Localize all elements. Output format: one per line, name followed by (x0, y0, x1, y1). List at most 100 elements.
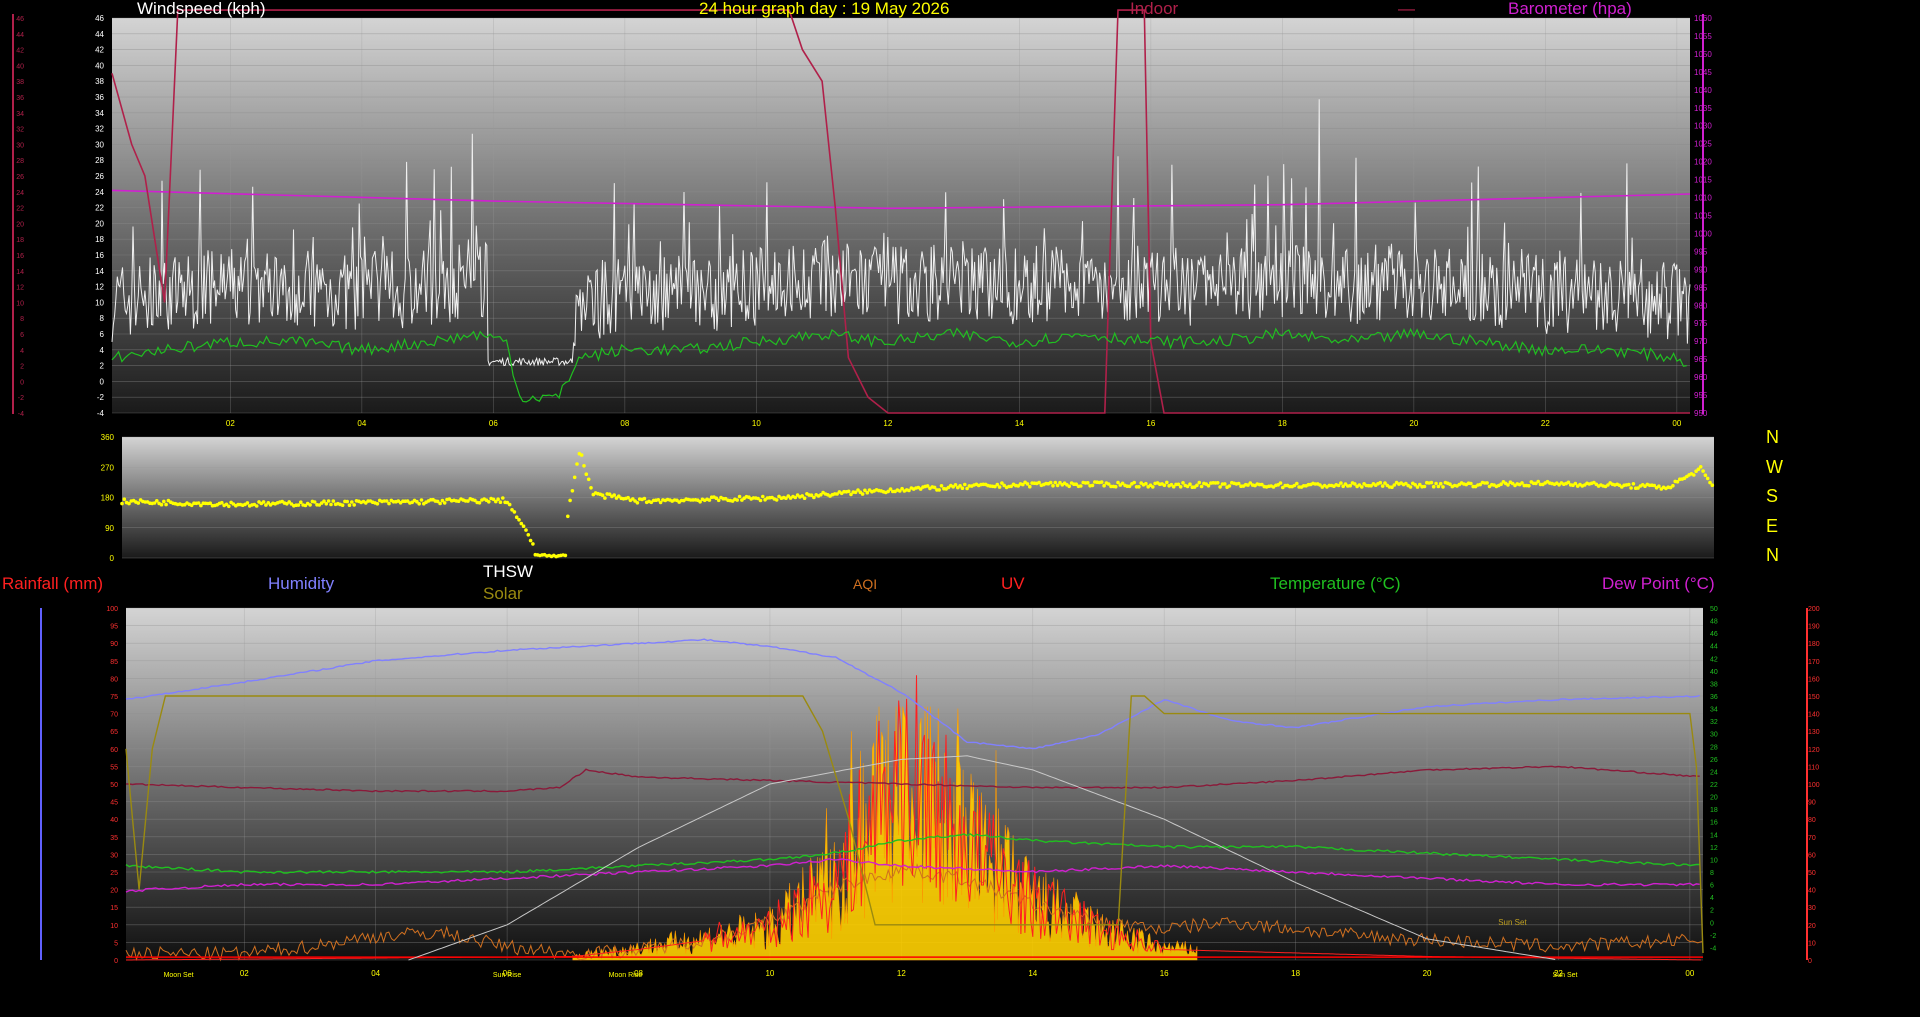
temperature-tick-label: -4 (1710, 945, 1716, 952)
y-tick-label: 28 (95, 156, 104, 165)
direction-point (496, 497, 500, 502)
temperature-tick-label: 16 (1710, 820, 1718, 827)
temperature-tick-label: 12 (1710, 845, 1718, 852)
direction-point (802, 496, 807, 501)
temperature-tick-label: 6 (1710, 883, 1714, 890)
direction-point (1165, 480, 1169, 485)
x-tick-label: 14 (1015, 419, 1024, 428)
direction-point (1162, 483, 1167, 488)
indoor-tick-label: 16 (16, 253, 24, 260)
percent-tick-label: 85 (110, 659, 118, 666)
windspeed-plot-area (112, 18, 1690, 413)
temperature-tick-label: 50 (1710, 606, 1718, 613)
direction-point (531, 542, 535, 546)
rainfall-scale-bar (40, 608, 42, 960)
direction-point (1710, 483, 1715, 488)
barometer-tick-label: 970 (1694, 337, 1708, 346)
compass-north-bottom: N (1766, 545, 1779, 565)
y-tick-label: 36 (95, 93, 104, 102)
indoor-tick-label: 24 (16, 190, 24, 197)
direction-point (1216, 481, 1220, 485)
direction-point (1441, 485, 1445, 489)
direction-point (1431, 484, 1436, 489)
direction-point (122, 497, 127, 502)
y-tick-label: 46 (95, 14, 104, 23)
direction-point (331, 499, 336, 503)
direction-point (1631, 482, 1636, 486)
indoor-tick-label: 46 (16, 16, 24, 23)
solar-tick-label: 130 (1808, 729, 1820, 736)
compass-east: E (1766, 516, 1779, 536)
barometer-tick-label: 995 (1694, 247, 1708, 256)
y-tick-label: 12 (95, 283, 104, 292)
direction-point (566, 514, 570, 519)
temperature-tick-label: 28 (1710, 744, 1718, 751)
solar-tick-label: 110 (1808, 764, 1819, 771)
direction-point (572, 475, 577, 480)
solar-tick-label: 100 (1808, 782, 1820, 789)
direction-point (939, 484, 944, 488)
direction-point (1701, 469, 1705, 473)
percent-tick-label: 100 (106, 606, 118, 613)
barometer-tick-label: 990 (1694, 265, 1708, 274)
direction-point (937, 488, 941, 492)
y-tick-label: 38 (95, 77, 104, 86)
windspeed-y-axis: 4646444442424040383836363434323230302828… (16, 14, 104, 418)
direction-point (1434, 481, 1438, 486)
temperature-tick-label: 8 (1710, 870, 1714, 877)
temperature-tick-label: 44 (1710, 644, 1718, 651)
solar-tick-label: 120 (1808, 747, 1820, 754)
direction-tick-label: 90 (105, 524, 114, 533)
solar-tick-label: 150 (1808, 694, 1820, 701)
y-tick-label: 44 (95, 30, 104, 39)
temperature-tick-label: 24 (1710, 769, 1718, 776)
y-tick-label: 22 (95, 204, 104, 213)
y-tick-label: 0 (100, 377, 105, 386)
direction-point (1705, 476, 1710, 481)
percent-tick-label: 20 (110, 888, 118, 895)
direction-point (1422, 484, 1427, 489)
windspeed-panel: 4646444442424040383836363434323230302828… (12, 9, 1712, 428)
solar-label: Solar (483, 584, 523, 603)
direction-point (1360, 485, 1364, 489)
direction-point (498, 500, 503, 505)
direction-point (136, 501, 141, 505)
direction-point (419, 498, 424, 502)
percent-tick-label: 0 (114, 958, 118, 965)
indoor-tick-label: 34 (16, 111, 24, 118)
indoor-tick-label: 2 (20, 364, 24, 371)
solar-y-axis: 2001901801701601501401301201101009080706… (1808, 606, 1820, 965)
direction-point (1144, 481, 1148, 486)
direction-point (517, 518, 521, 522)
direction-tick-label: 270 (101, 463, 115, 472)
percent-tick-label: 55 (110, 764, 118, 771)
percent-tick-label: 80 (110, 676, 118, 683)
indoor-tick-label: -4 (18, 411, 24, 418)
direction-point (1380, 484, 1385, 488)
barometer-label: Barometer (hpa) (1508, 0, 1632, 18)
direction-point (1048, 480, 1053, 485)
temperature-tick-label: 40 (1710, 669, 1718, 676)
solar-scale-bar (1806, 608, 1808, 960)
y-tick-label: 26 (95, 172, 104, 181)
direction-point (296, 503, 301, 507)
direction-point (846, 489, 851, 494)
y-tick-label: 14 (95, 267, 104, 276)
direction-point (1671, 483, 1675, 488)
dewpoint-label: Dew Point (°C) (1602, 574, 1715, 593)
percent-tick-label: 65 (110, 729, 118, 736)
solar-tick-label: 50 (1808, 870, 1816, 877)
direction-point (1703, 473, 1708, 478)
direction-point (737, 494, 742, 499)
direction-point (1339, 481, 1343, 485)
solar-tick-label: 140 (1808, 712, 1820, 719)
sunset-inline-label: Sun Set (1498, 918, 1527, 927)
temperature-tick-label: 4 (1710, 895, 1714, 902)
direction-point (1436, 484, 1441, 489)
astro-label: Moon Rise (609, 972, 643, 979)
direction-panel: 360 270 180 90 0 (101, 433, 1715, 563)
temperature-tick-label: 2 (1710, 908, 1714, 915)
direction-point (586, 477, 591, 482)
x-tick-label: 02 (240, 969, 249, 978)
percent-tick-label: 90 (110, 641, 118, 648)
